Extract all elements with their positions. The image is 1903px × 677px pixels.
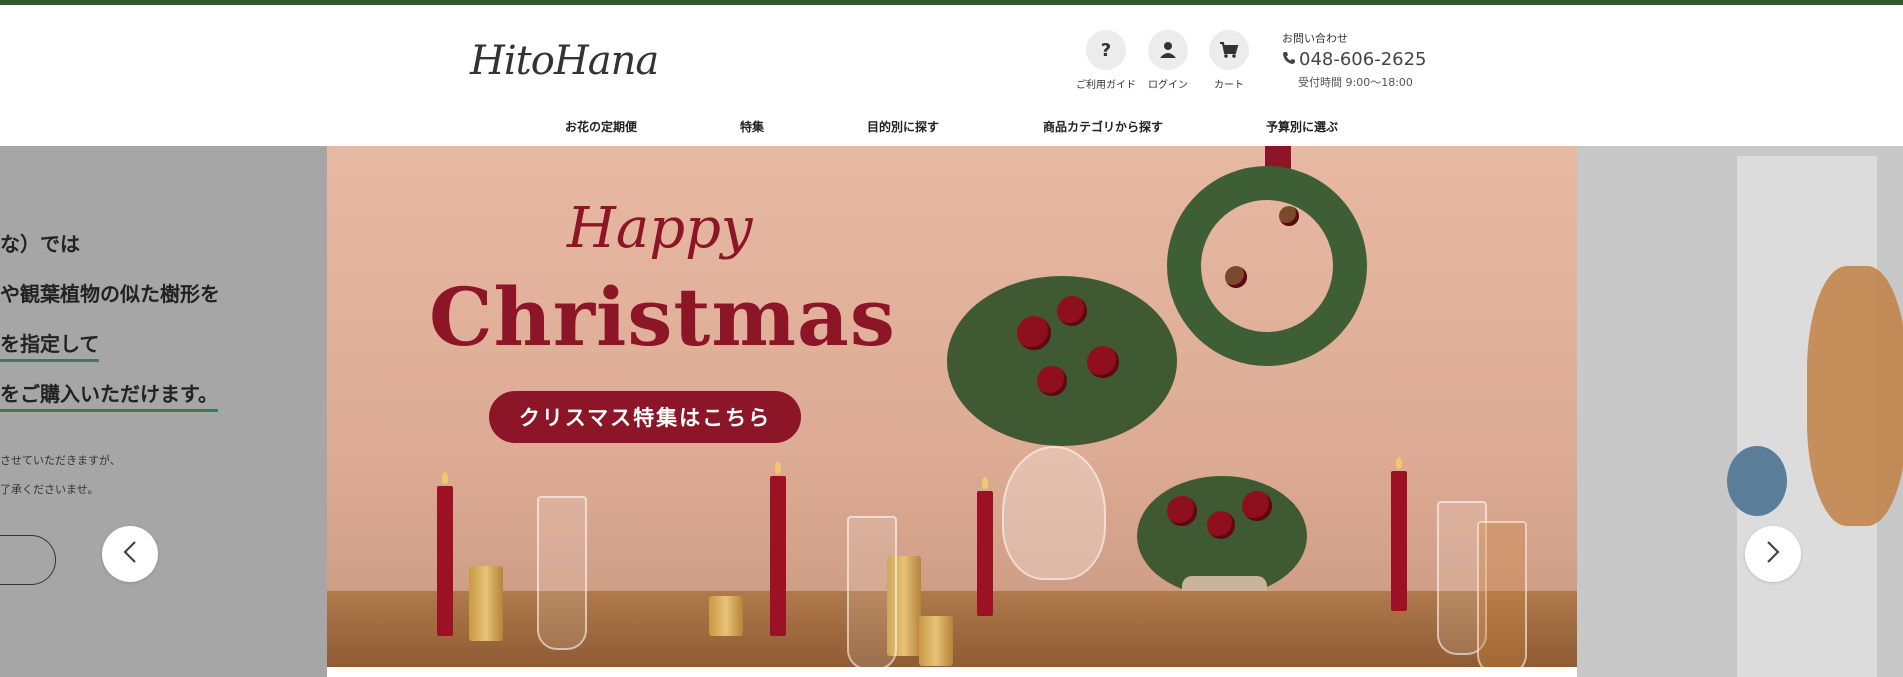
gold-candle bbox=[709, 596, 743, 636]
global-nav: お花の定期便 特集 目的別に探す 商品カテゴリから探す 予算別に選ぶ bbox=[0, 112, 1903, 146]
glass-vase bbox=[1002, 446, 1106, 580]
rose bbox=[1057, 296, 1087, 326]
wreath-image bbox=[1167, 166, 1367, 366]
cart-button[interactable]: カート bbox=[1199, 30, 1259, 91]
red-candle bbox=[770, 462, 786, 636]
main-slide-christmas[interactable]: Happy Christmas クリスマス特集はこちら bbox=[327, 146, 1577, 667]
rose bbox=[1087, 346, 1119, 378]
site-logo[interactable]: HitoHana bbox=[470, 38, 659, 84]
contact-block: お問い合わせ 048-606-2625 受付時間 9:00〜18:00 bbox=[1282, 30, 1427, 90]
contact-title: お問い合わせ bbox=[1282, 32, 1348, 45]
question-icon: ? bbox=[1086, 30, 1126, 70]
christmas-feature-button[interactable]: クリスマス特集はこちら bbox=[489, 391, 801, 443]
pinecone bbox=[1225, 266, 1247, 288]
cart-label: カート bbox=[1214, 80, 1244, 91]
chevron-right-icon bbox=[1766, 540, 1780, 568]
rose bbox=[1037, 366, 1067, 396]
next-slide-flower bbox=[1727, 446, 1787, 516]
chevron-left-icon bbox=[123, 540, 137, 568]
user-icon bbox=[1148, 30, 1188, 70]
slider-prev-button[interactable] bbox=[102, 526, 158, 582]
slide-prev-preview[interactable]: な）では や観葉植物の似た樹形を を指定して をご購入いただけます。 させていた… bbox=[0, 146, 327, 677]
prev-slide-note-1: させていただきますが、 bbox=[0, 454, 121, 467]
pinecone bbox=[1279, 206, 1299, 226]
svg-text:?: ? bbox=[1101, 40, 1111, 60]
phone-icon bbox=[1282, 49, 1296, 70]
prev-slide-line-3: を指定して bbox=[0, 328, 100, 362]
rose bbox=[1242, 491, 1272, 521]
prev-slide-line-1: な）では bbox=[0, 232, 80, 256]
red-candle bbox=[1391, 457, 1407, 611]
nav-item-budget[interactable]: 予算別に選ぶ bbox=[1266, 118, 1338, 135]
hero-slider: な）では や観葉植物の似た樹形を を指定して をご購入いただけます。 させていた… bbox=[0, 146, 1903, 677]
prev-slide-note-2: 了承くださいませ。 bbox=[0, 483, 99, 496]
slide-next-preview[interactable] bbox=[1577, 146, 1903, 677]
prev-slide-line-4: をご購入いただけます。 bbox=[0, 378, 218, 412]
login-label: ログイン bbox=[1148, 80, 1188, 91]
rose bbox=[1167, 496, 1197, 526]
next-slide-branch bbox=[1807, 266, 1903, 526]
guide-button[interactable]: ? ご利用ガイド bbox=[1076, 30, 1136, 91]
login-button[interactable]: ログイン bbox=[1138, 30, 1198, 91]
phone-number: 048-606-2625 bbox=[1299, 49, 1427, 70]
nav-item-features[interactable]: 特集 bbox=[740, 118, 764, 135]
wine-glass bbox=[847, 516, 897, 667]
nav-item-purpose[interactable]: 目的別に探す bbox=[867, 118, 939, 135]
wine-glass bbox=[537, 496, 587, 650]
amber-glass bbox=[1477, 521, 1527, 667]
top-accent-bar bbox=[0, 0, 1903, 5]
red-candle bbox=[437, 472, 453, 636]
prev-slide-button bbox=[0, 535, 56, 585]
contact-phone[interactable]: 048-606-2625 bbox=[1282, 49, 1427, 70]
cart-icon bbox=[1209, 30, 1249, 70]
slider-next-button[interactable] bbox=[1745, 526, 1801, 582]
guide-label: ご利用ガイド bbox=[1076, 80, 1136, 91]
red-candle bbox=[977, 477, 993, 616]
slide-happy-text: Happy bbox=[567, 196, 753, 261]
gold-candle bbox=[469, 566, 503, 641]
rose bbox=[1017, 316, 1051, 350]
nav-item-category[interactable]: 商品カテゴリから探す bbox=[1043, 118, 1163, 135]
gold-candle bbox=[919, 616, 953, 666]
slide-title: Christmas bbox=[429, 270, 896, 364]
prev-slide-line-2: や観葉植物の似た樹形を bbox=[0, 282, 220, 306]
nav-item-subscription[interactable]: お花の定期便 bbox=[565, 118, 637, 135]
contact-hours: 受付時間 9:00〜18:00 bbox=[1298, 76, 1413, 89]
rose bbox=[1207, 511, 1235, 539]
